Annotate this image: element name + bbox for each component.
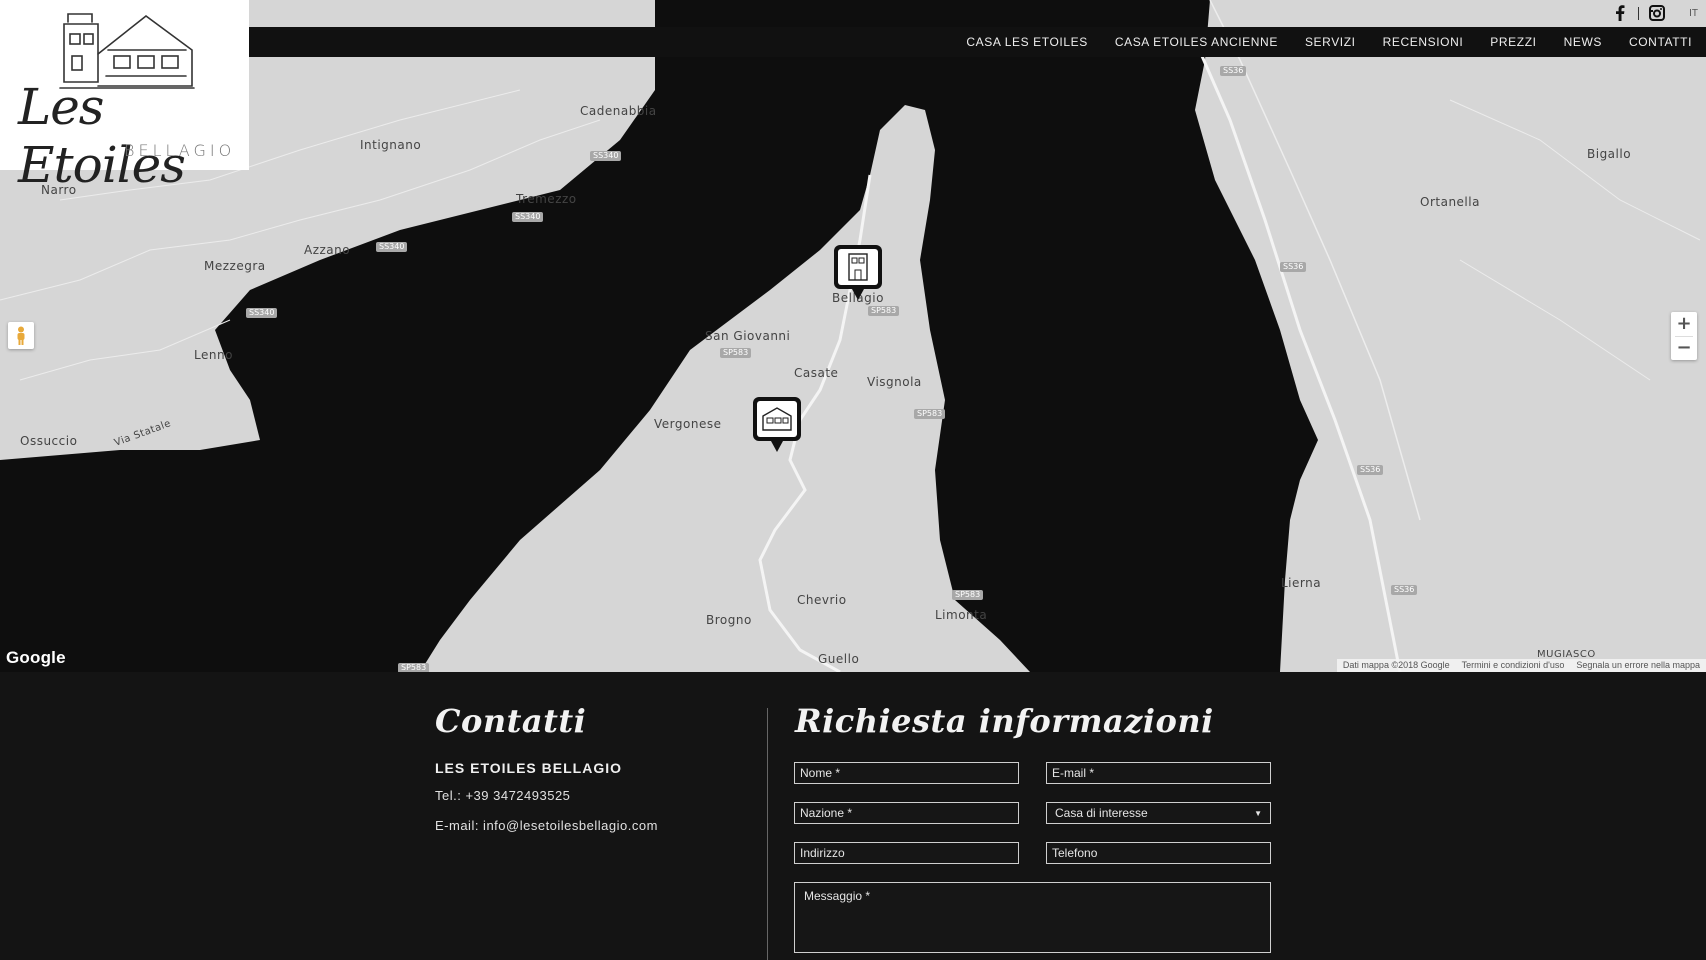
- instagram-icon: [1649, 5, 1666, 21]
- contact-email[interactable]: E-mail: info@lesetoilesbellagio.com: [435, 818, 658, 833]
- nav-item-recensioni[interactable]: RECENSIONI: [1383, 35, 1464, 49]
- road-shield: SS36: [1220, 66, 1247, 76]
- contact-phone[interactable]: Tel.: +39 3472493525: [435, 788, 570, 803]
- zoom-out-button[interactable]: −: [1671, 337, 1697, 361]
- map-report-error-link[interactable]: Segnala un errore nella mappa: [1576, 659, 1700, 672]
- section-divider: [767, 708, 768, 960]
- road-shield: SP583: [914, 409, 946, 419]
- house-select-value: Casa di interesse: [1055, 806, 1148, 820]
- road-shield: SS340: [590, 151, 622, 161]
- map-place-label: Brogno: [706, 613, 752, 627]
- road-shield: SP583: [720, 348, 752, 358]
- email-field[interactable]: [1046, 762, 1271, 784]
- facebook-icon: [1616, 5, 1625, 21]
- map-place-label: Guello: [818, 652, 860, 666]
- map-place-label: Cadenabbia: [580, 104, 657, 118]
- address-field[interactable]: [794, 842, 1019, 864]
- house-marker-icon: [753, 397, 801, 452]
- map-place-label: Limonta: [935, 608, 988, 622]
- map-place-label: Ossuccio: [20, 434, 78, 448]
- instagram-link[interactable]: [1649, 5, 1666, 21]
- map-place-label: Visgnola: [867, 375, 922, 389]
- nav-item-prezzi[interactable]: PREZZI: [1490, 35, 1536, 49]
- map-marker-casa-etoiles-ancienne[interactable]: [752, 396, 802, 454]
- phone-field[interactable]: [1046, 842, 1271, 864]
- map-place-label: San Giovanni: [705, 329, 791, 343]
- country-field[interactable]: [794, 802, 1019, 824]
- map-place-label: Lenno: [194, 348, 233, 362]
- road-shield: SS340: [246, 308, 278, 318]
- language-switch[interactable]: IT: [1689, 8, 1698, 19]
- map-terms-link[interactable]: Termini e condizioni d'uso: [1462, 659, 1565, 672]
- map-place-label: Intignano: [360, 138, 422, 152]
- nav-item-casa-les-etoiles[interactable]: CASA LES ETOILES: [966, 35, 1087, 49]
- social-links: IT: [1612, 5, 1698, 21]
- google-logo[interactable]: Google: [6, 648, 66, 668]
- contact-title: Contatti: [435, 702, 587, 740]
- facebook-link[interactable]: [1612, 5, 1628, 21]
- map-place-label: Azzano: [304, 243, 351, 257]
- map-place-label: Mezzegra: [204, 259, 266, 273]
- pegman-icon: [17, 326, 25, 345]
- name-field[interactable]: [794, 762, 1019, 784]
- map-place-label: Lierna: [1281, 576, 1322, 590]
- social-divider: [1638, 6, 1640, 20]
- map-attribution: Dati mappa ©2018 Google Termini e condiz…: [1336, 659, 1706, 672]
- nav-item-servizi[interactable]: SERVIZI: [1305, 35, 1356, 49]
- road-shield: SS36: [1280, 262, 1307, 272]
- nav-item-contatti[interactable]: CONTATTI: [1629, 35, 1692, 49]
- logo-script-text: Les Etoiles: [18, 78, 186, 194]
- map-data-credit: Dati mappa ©2018 Google: [1342, 660, 1450, 670]
- zoom-in-button[interactable]: +: [1671, 312, 1697, 336]
- map-place-label: Bigallo: [1587, 147, 1632, 161]
- road-shield: SP583: [398, 663, 430, 672]
- road-shield: SS340: [512, 212, 544, 222]
- map-place-label: Ortanella: [1420, 195, 1480, 209]
- road-shield: SS36: [1357, 465, 1384, 475]
- map[interactable]: Cadenabbia Intignano Narro Tremezzo Mezz…: [0, 0, 1706, 672]
- contact-section: Contatti LES ETOILES BELLAGIO Tel.: +39 …: [0, 672, 1706, 960]
- company-name: LES ETOILES BELLAGIO: [435, 760, 622, 776]
- road-shield: SS340: [376, 242, 408, 252]
- house-select[interactable]: Casa di interesse ▼: [1046, 802, 1271, 824]
- map-place-label: Casate: [794, 366, 839, 380]
- message-field[interactable]: [794, 882, 1271, 953]
- map-marker-casa-les-etoiles[interactable]: [833, 244, 883, 302]
- road-shield: SS36: [1391, 585, 1418, 595]
- map-terrain[interactable]: [0, 0, 1706, 672]
- form-title: Richiesta informazioni: [795, 702, 1214, 740]
- map-place-label: Chevrio: [797, 593, 847, 607]
- map-place-label: Vergonese: [654, 417, 722, 431]
- main-navigation: CASA LES ETOILES CASA ETOILES ANCIENNE S…: [249, 27, 1706, 57]
- house-marker-icon: [834, 245, 882, 300]
- logo-subtitle: BELLAGIO: [124, 141, 236, 160]
- zoom-controls: + −: [1671, 312, 1697, 360]
- map-place-label: Tremezzo: [516, 192, 577, 206]
- street-view-pegman-button[interactable]: [8, 322, 34, 349]
- nav-item-casa-etoiles-ancienne[interactable]: CASA ETOILES ANCIENNE: [1115, 35, 1278, 49]
- site-logo[interactable]: Les Etoiles BELLAGIO: [0, 0, 249, 194]
- nav-item-news[interactable]: NEWS: [1564, 35, 1602, 49]
- dropdown-arrow-icon: ▼: [1254, 808, 1262, 818]
- road-shield: SP583: [868, 306, 900, 316]
- road-shield: SP583: [952, 590, 984, 600]
